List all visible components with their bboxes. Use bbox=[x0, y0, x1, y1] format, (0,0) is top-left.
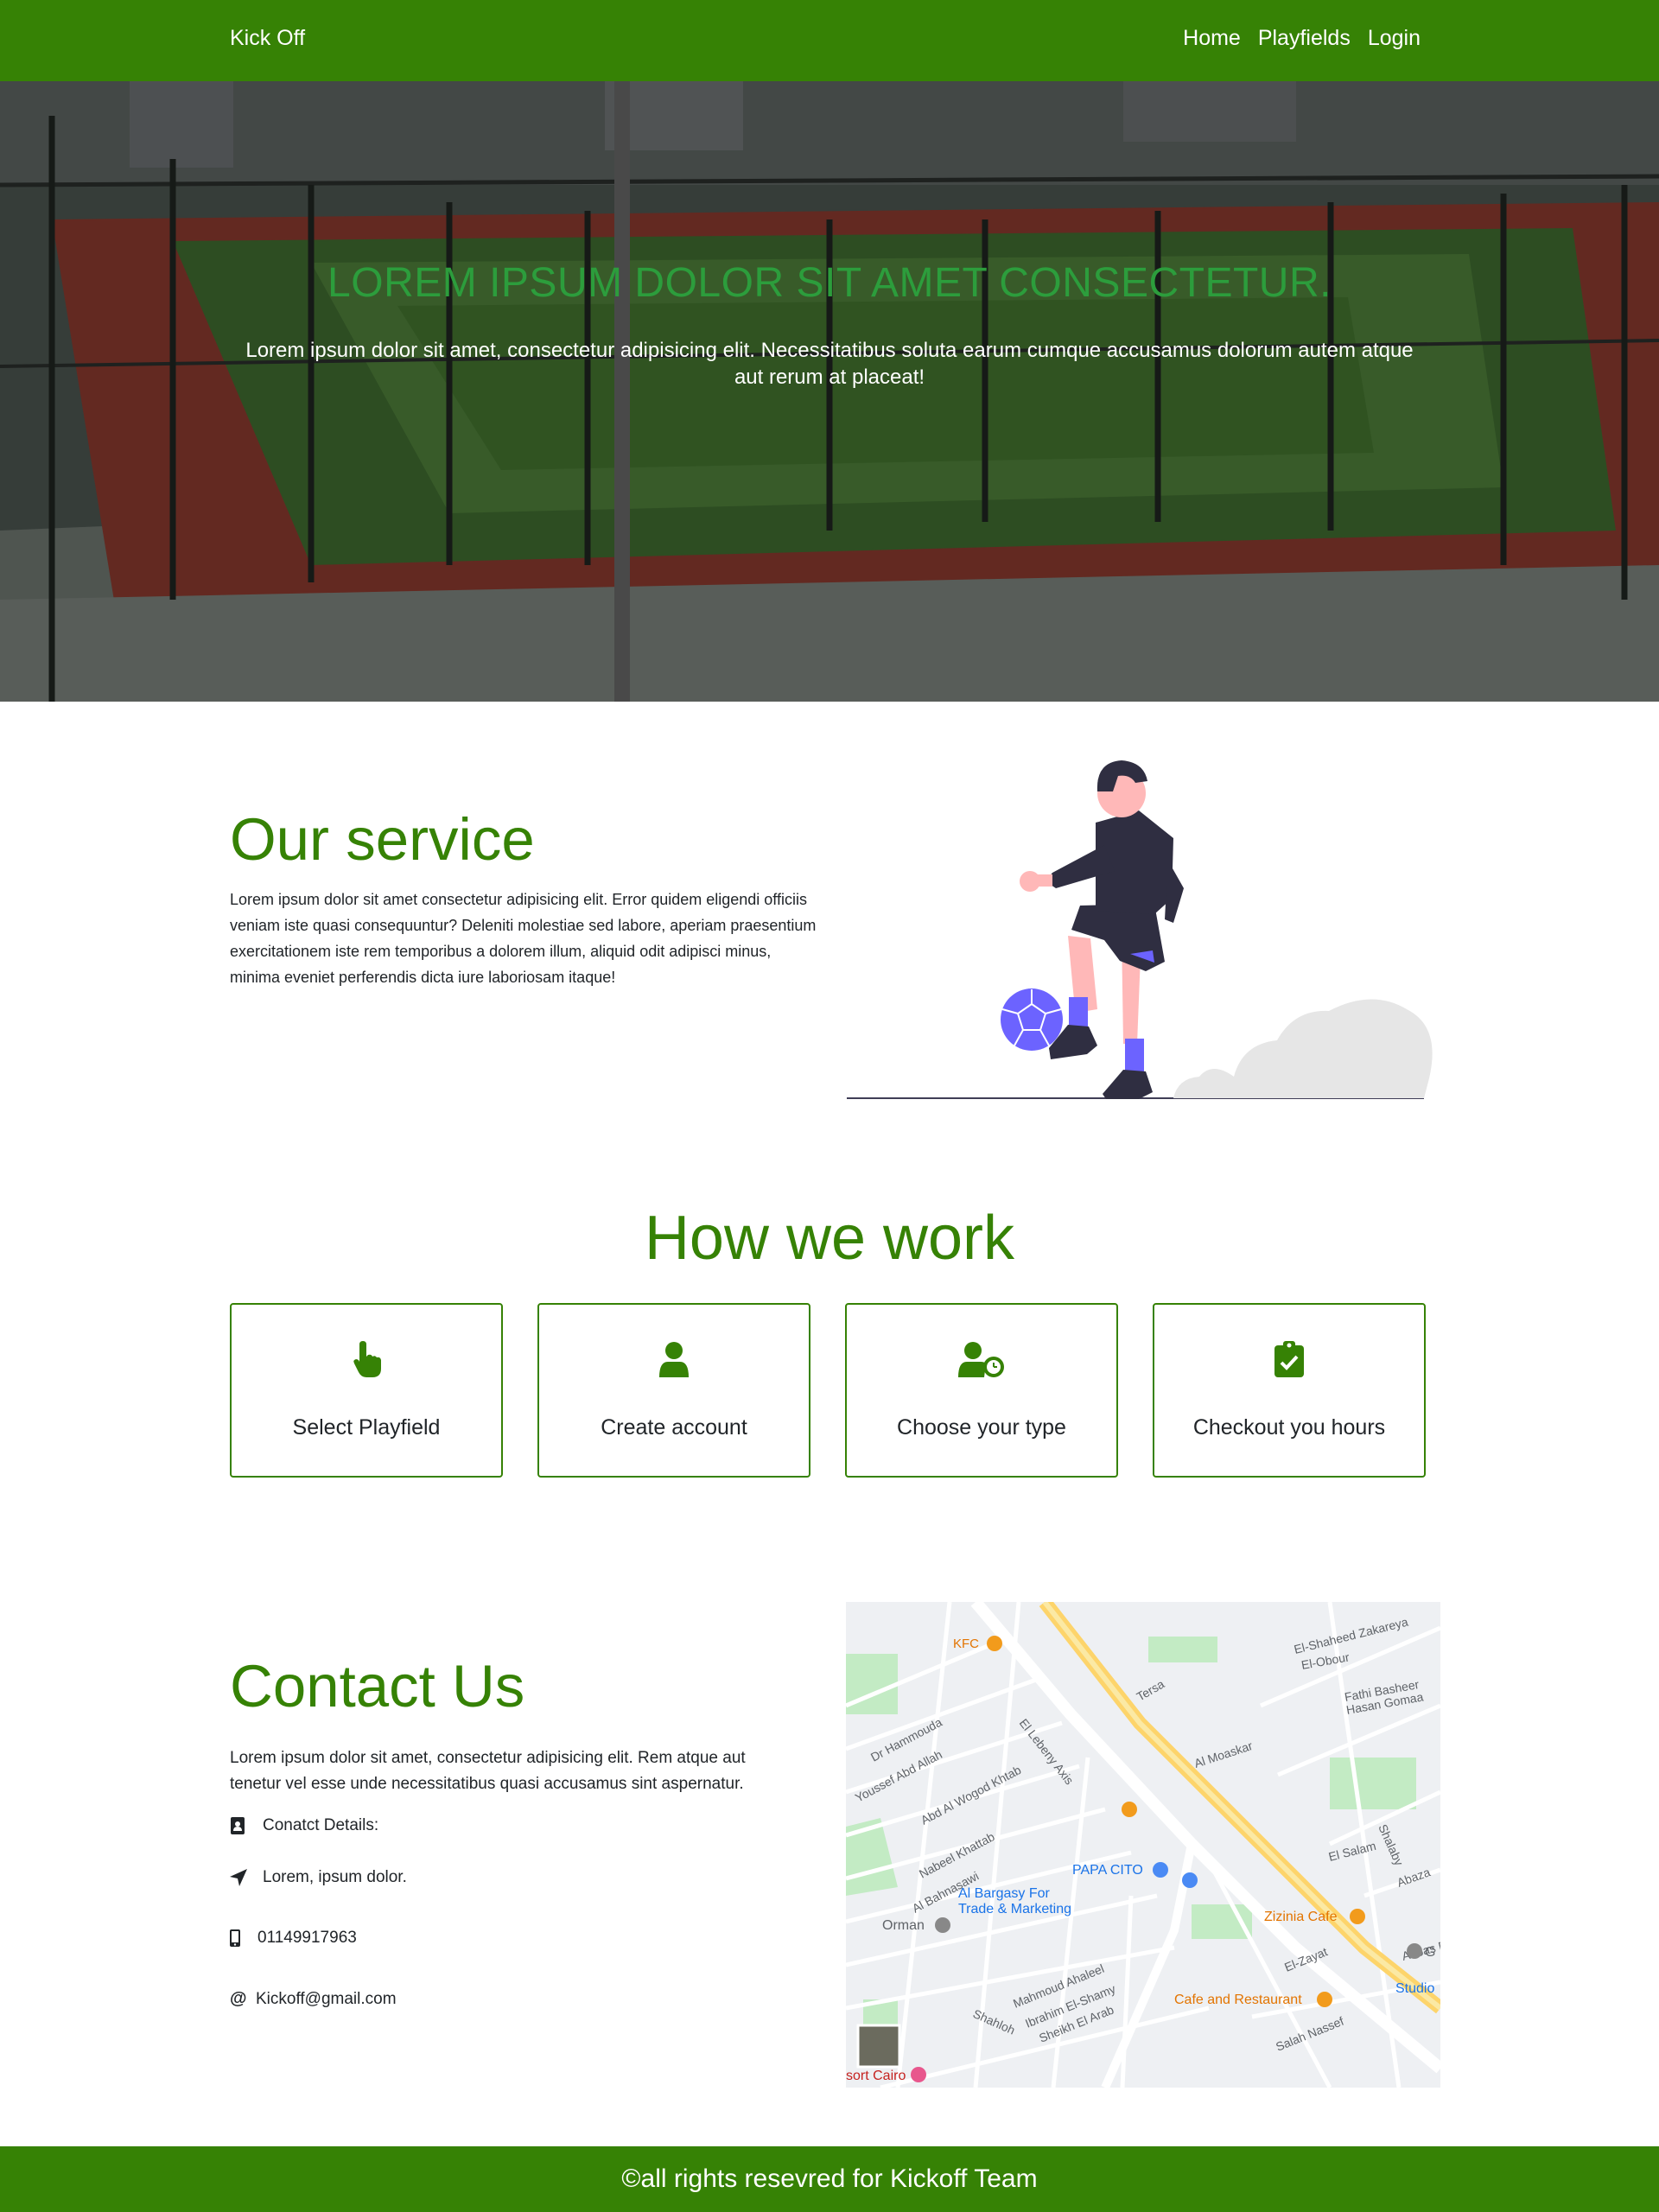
step-card-checkout-hours[interactable]: Checkout you hours bbox=[1153, 1303, 1426, 1478]
hero-background-image bbox=[0, 81, 1659, 702]
hero-banner: LOREM IPSUM DOLOR SIT AMET CONSECTETUR. … bbox=[0, 81, 1659, 702]
svg-text:Orman: Orman bbox=[882, 1918, 925, 1933]
location-map[interactable]: El Lebeny Axis Tersa Al Moaskar El-Obour… bbox=[846, 1602, 1440, 2088]
svg-text:KFC: KFC bbox=[953, 1637, 979, 1651]
contact-details-row: Conatct Details: bbox=[230, 1816, 378, 1835]
footer-copyright: ©all rights resevred for Kickoff Team bbox=[621, 2164, 1038, 2193]
svg-text:Cafe and Restaurant: Cafe and Restaurant bbox=[1174, 1993, 1302, 2007]
step-label: Checkout you hours bbox=[1192, 1415, 1386, 1440]
how-we-work-title: How we work bbox=[644, 1204, 1015, 1273]
svg-text:G: G bbox=[1425, 1945, 1435, 1960]
contact-details-label: Conatct Details: bbox=[263, 1816, 379, 1834]
contact-phone-row: 01149917963 bbox=[230, 1929, 357, 1948]
contact-email-row: @ Kickoff@gmail.com bbox=[230, 1989, 397, 2009]
step-card-choose-type[interactable]: Choose your type bbox=[845, 1303, 1118, 1478]
contact-description: Lorem ipsum dolor sit amet, consectetur … bbox=[230, 1749, 746, 1793]
nav-link-home[interactable]: Home bbox=[1183, 26, 1241, 51]
clipboard-check-icon bbox=[1154, 1341, 1424, 1382]
contact-address-row: Lorem, ipsum dolor. bbox=[230, 1868, 407, 1887]
top-navbar: Kick Off Home Playfields Login bbox=[0, 0, 1659, 81]
hero-subtitle: Lorem ipsum dolor sit amet, consectetur … bbox=[245, 339, 1414, 389]
contact-title: Contact Us bbox=[230, 1653, 525, 1719]
at-sign-icon: @ bbox=[230, 1989, 247, 2008]
step-card-select-playfield[interactable]: Select Playfield bbox=[230, 1303, 503, 1478]
nav-link-playfields[interactable]: Playfields bbox=[1258, 26, 1351, 51]
step-label: Select Playfield bbox=[292, 1415, 441, 1440]
nav-link-login[interactable]: Login bbox=[1368, 26, 1421, 51]
step-label: Choose your type bbox=[897, 1415, 1066, 1440]
nav-links: Home Playfields Login bbox=[1183, 26, 1421, 51]
contact-phone[interactable]: 01149917963 bbox=[257, 1929, 357, 1948]
user-clock-icon bbox=[847, 1341, 1116, 1382]
service-description: Lorem ipsum dolor sit amet consectetur a… bbox=[230, 891, 817, 986]
contact-email[interactable]: Kickoff@gmail.com bbox=[256, 1990, 397, 2009]
address-book-icon bbox=[230, 1817, 251, 1834]
location-arrow-icon bbox=[230, 1869, 251, 1886]
football-player-illustration bbox=[847, 760, 1433, 1099]
contact-address: Lorem, ipsum dolor. bbox=[263, 1868, 407, 1886]
user-icon bbox=[539, 1341, 809, 1382]
svg-text:sort Cairo: sort Cairo bbox=[846, 2069, 906, 2083]
svg-text:Zizinia Cafe: Zizinia Cafe bbox=[1264, 1910, 1338, 1924]
mobile-phone-icon bbox=[230, 1929, 245, 1947]
svg-text:Trade & Marketing: Trade & Marketing bbox=[958, 1902, 1071, 1916]
hero-title: LOREM IPSUM DOLOR SIT AMET CONSECTETUR. bbox=[327, 260, 1332, 306]
svg-text:PAPA CITO: PAPA CITO bbox=[1072, 1863, 1143, 1878]
brand-logo-text[interactable]: Kick Off bbox=[230, 26, 305, 51]
step-label: Create account bbox=[601, 1415, 747, 1440]
footer: ©all rights resevred for Kickoff Team bbox=[0, 2146, 1659, 2212]
hand-pointer-icon bbox=[232, 1341, 501, 1382]
service-title: Our service bbox=[230, 806, 535, 873]
step-card-create-account[interactable]: Create account bbox=[537, 1303, 810, 1478]
svg-text:Al Bargasy For: Al Bargasy For bbox=[958, 1886, 1050, 1901]
svg-text:Studio: Studio bbox=[1395, 1981, 1434, 1996]
